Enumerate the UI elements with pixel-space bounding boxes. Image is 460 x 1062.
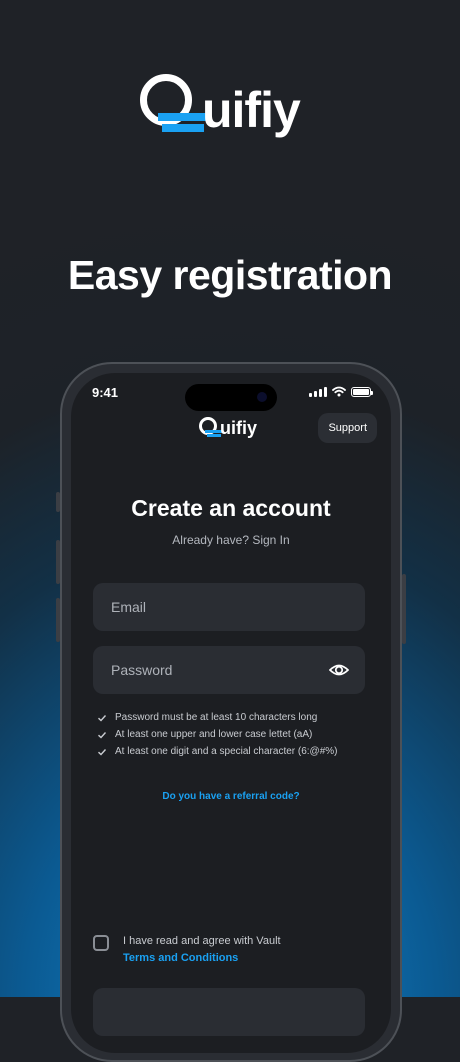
eye-icon[interactable]	[329, 660, 349, 680]
battery-icon	[351, 386, 373, 397]
referral-code-link[interactable]: Do you have a referral code?	[71, 791, 391, 802]
logo-stripe	[158, 113, 208, 121]
brand-name: uifiy	[202, 82, 301, 138]
signal-icon	[309, 386, 327, 397]
logo-stripe	[207, 434, 221, 437]
logo-stripe	[162, 124, 204, 132]
app-logo: uifiy	[199, 415, 263, 445]
password-rule: Password must be at least 10 characters …	[97, 709, 338, 726]
email-input[interactable]	[93, 583, 365, 631]
submit-button[interactable]	[93, 988, 365, 1036]
check-icon	[98, 748, 107, 755]
terms-agreement: I have read and agree with Vault Terms a…	[93, 933, 281, 967]
dynamic-island	[185, 384, 277, 411]
password-rule: At least one digit and a special charact…	[97, 743, 338, 760]
phone-side-button	[402, 574, 406, 644]
password-field-container	[93, 646, 365, 694]
support-button[interactable]: Support	[318, 413, 377, 443]
rule-text: At least one digit and a special charact…	[115, 746, 338, 757]
terms-checkbox[interactable]	[93, 935, 109, 951]
rule-text: Password must be at least 10 characters …	[115, 712, 318, 723]
signin-link[interactable]: Already have? Sign In	[71, 533, 391, 547]
password-rule: At least one upper and lower case lettet…	[97, 726, 338, 743]
brand-logo: uifiy	[140, 72, 320, 148]
phone-screen: 9:41 uifiy Support Create an account Alr…	[71, 373, 391, 1053]
check-icon	[98, 714, 107, 721]
rule-text: At least one upper and lower case lettet…	[115, 729, 313, 740]
status-icons	[309, 386, 373, 397]
email-field-container	[93, 583, 365, 631]
terms-link[interactable]: Terms and Conditions	[123, 950, 281, 967]
password-input[interactable]	[93, 646, 365, 694]
wifi-icon	[332, 386, 346, 397]
phone-mockup: 9:41 uifiy Support Create an account Alr…	[56, 362, 406, 1062]
agreement-text-block: I have read and agree with Vault Terms a…	[123, 933, 281, 967]
phone-side-button	[56, 540, 60, 584]
agreement-text: I have read and agree with Vault	[123, 935, 281, 947]
status-time: 9:41	[92, 385, 119, 400]
page-headline: Easy registration	[67, 252, 393, 298]
phone-side-button	[56, 598, 60, 642]
app-brand-name: uifiy	[220, 418, 258, 438]
check-icon	[98, 731, 107, 738]
camera-icon	[257, 392, 267, 402]
form-title: Create an account	[131, 495, 331, 521]
phone-side-button	[56, 492, 60, 512]
password-rules: Password must be at least 10 characters …	[97, 709, 338, 760]
